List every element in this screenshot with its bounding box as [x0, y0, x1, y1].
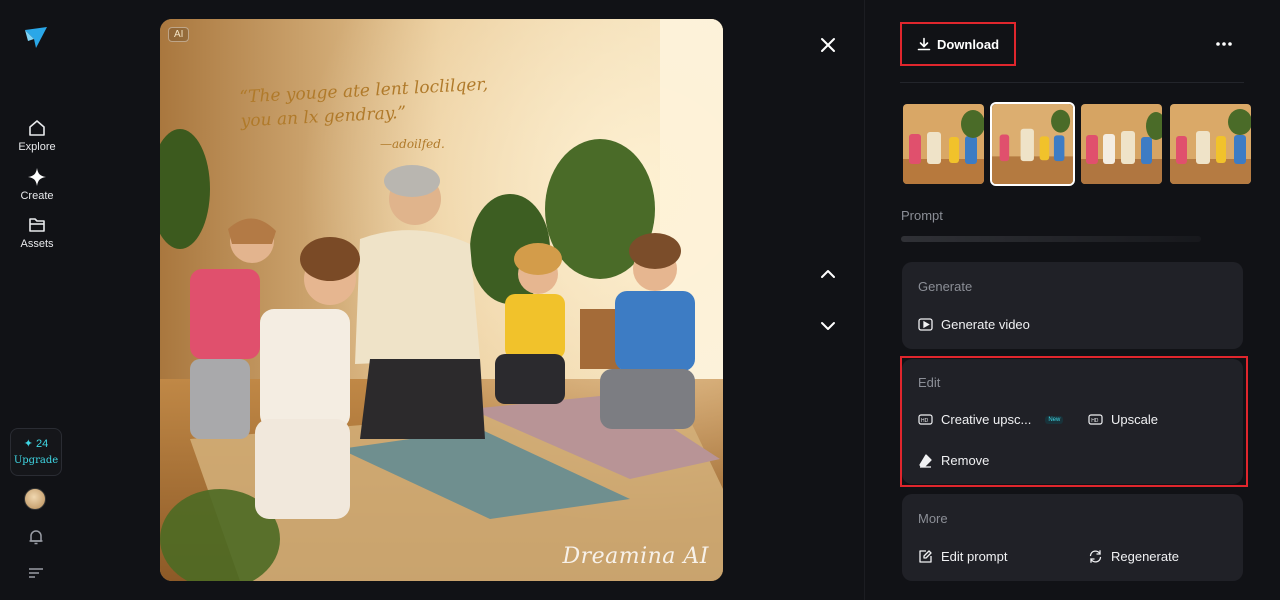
watermark: Dreamina AI	[562, 544, 709, 569]
credits-count: ✦ 24	[23, 438, 49, 450]
more-title: More	[918, 511, 948, 526]
edit-prompt-button[interactable]: Edit prompt	[918, 549, 1007, 564]
thumbnail-4[interactable]	[1168, 102, 1253, 186]
panel-divider	[864, 0, 865, 600]
edit-card: Edit HD Creative upsc... New HD Upscale …	[902, 359, 1243, 484]
thumbnail-3[interactable]	[1079, 102, 1164, 186]
home-icon	[29, 120, 45, 136]
prompt-text-faded[interactable]	[901, 236, 1201, 242]
download-label: Download	[936, 36, 1000, 52]
edit-prompt-icon	[919, 550, 932, 563]
regenerate-button[interactable]: Regenerate	[1088, 549, 1179, 564]
sidebar-item-assets[interactable]: Assets	[0, 215, 74, 250]
eraser-icon	[919, 454, 932, 468]
dreamina-logo[interactable]	[22, 24, 50, 52]
ai-tag: AI	[168, 27, 190, 42]
generated-image[interactable]: “The youge ate lent loclilqer, you an lx…	[160, 19, 723, 581]
menu-icon[interactable]	[28, 566, 44, 580]
upgrade-label: Upgrade	[13, 455, 59, 466]
remove-button[interactable]: Remove	[918, 453, 989, 468]
video-play-icon	[918, 318, 933, 331]
new-badge: New	[1045, 415, 1064, 424]
sidebar-item-label: Assets	[20, 238, 54, 250]
chevron-down-icon[interactable]	[816, 314, 840, 338]
regenerate-icon	[1089, 550, 1102, 563]
close-icon[interactable]	[816, 33, 840, 57]
folder-icon	[29, 218, 45, 232]
thumbnail-1[interactable]	[901, 102, 986, 186]
edit-title: Edit	[918, 375, 941, 390]
thumbnail-2-selected[interactable]	[990, 102, 1075, 186]
header-divider	[900, 82, 1244, 83]
more-options-icon[interactable]	[1212, 36, 1236, 52]
generate-video-button[interactable]: Generate video	[918, 317, 1030, 332]
svg-text:HD: HD	[921, 418, 929, 424]
generate-title: Generate	[918, 279, 973, 294]
bell-icon[interactable]	[27, 528, 45, 546]
download-icon	[917, 37, 931, 51]
left-sidebar: Explore Create Assets ✦ 24 Upgrade	[0, 0, 74, 600]
sidebar-item-explore[interactable]: Explore	[0, 118, 74, 153]
more-card: More Edit prompt Regenerate	[902, 494, 1243, 581]
creative-upscale-button[interactable]: HD Creative upsc... New	[918, 412, 1064, 427]
credits-upgrade-button[interactable]: ✦ 24 Upgrade	[10, 428, 62, 476]
upscale-button[interactable]: HD Upscale	[1088, 412, 1158, 427]
sidebar-item-create[interactable]: Create	[0, 167, 74, 202]
variant-thumbnails	[901, 102, 1253, 186]
wall-quote-signature: —adoilfed.	[380, 137, 445, 151]
svg-text:HD: HD	[1091, 418, 1099, 424]
hd-icon: HD	[1088, 414, 1103, 425]
sidebar-item-label: Explore	[18, 141, 56, 153]
download-button[interactable]: Download	[900, 22, 1016, 66]
avatar[interactable]	[24, 488, 46, 510]
chevron-up-icon[interactable]	[816, 262, 840, 286]
generate-card: Generate Generate video	[902, 262, 1243, 349]
sidebar-item-label: Create	[20, 190, 54, 202]
hd-plus-icon: HD	[918, 414, 933, 425]
sparkle-icon	[28, 168, 46, 186]
prompt-label: Prompt	[901, 208, 943, 223]
